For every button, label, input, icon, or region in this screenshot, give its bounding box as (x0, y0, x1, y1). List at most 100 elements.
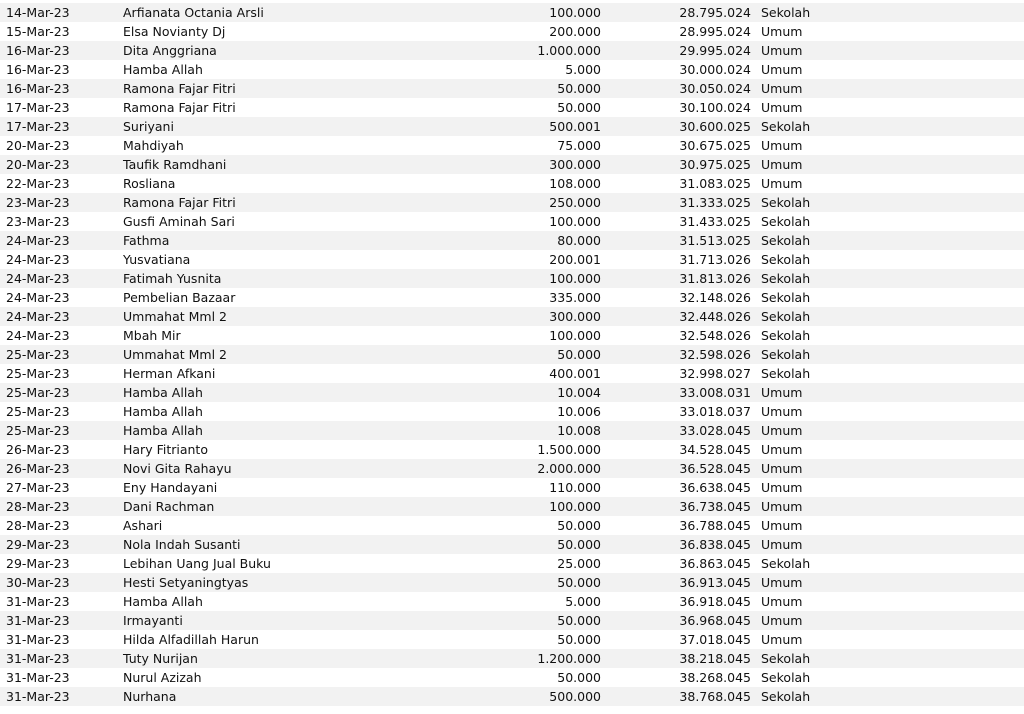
table-row: 14-Mar-23 Arfianata Octania Arsli 100.000 2… (0, 3, 1024, 22)
row-amount: 50.000 (557, 518, 601, 533)
row-category: Sekolah (761, 252, 811, 267)
row-date: 31-Mar-23 (6, 651, 70, 666)
row-balance: 37.018.045 (679, 632, 751, 647)
row-date: 14-Mar-23 (6, 5, 70, 20)
row-date: 17-Mar-23 (6, 119, 70, 134)
row-amount: 250.000 (549, 195, 601, 210)
row-category: Umum (761, 632, 803, 647)
row-name: Ramona Fajar Fitri (123, 100, 236, 115)
row-amount: 100.000 (549, 328, 601, 343)
row-amount: 50.000 (557, 81, 601, 96)
row-date: 24-Mar-23 (6, 309, 70, 324)
row-category: Sekolah (761, 689, 811, 704)
table-row: 31-Mar-23 Hamba Allah 5.000 36.918.045 Umum (0, 592, 1024, 611)
row-category: Sekolah (761, 556, 811, 571)
row-amount: 200.001 (549, 252, 601, 267)
row-balance: 30.600.025 (679, 119, 751, 134)
row-name: Hamba Allah (123, 62, 203, 77)
row-name: Hamba Allah (123, 594, 203, 609)
row-date: 31-Mar-23 (6, 613, 70, 628)
table-row: 31-Mar-23 Hilda Alfadillah Harun 50.000 37.… (0, 630, 1024, 649)
row-amount: 1.500.000 (537, 442, 601, 457)
table-row: 25-Mar-23 Herman Afkani 400.001 32.998.027 S… (0, 364, 1024, 383)
row-balance: 33.018.037 (679, 404, 751, 419)
row-name: Nola Indah Susanti (123, 537, 241, 552)
row-category: Umum (761, 423, 803, 438)
row-amount: 80.000 (557, 233, 601, 248)
row-name: Hesti Setyaningtyas (123, 575, 249, 590)
row-category: Umum (761, 138, 803, 153)
row-balance: 30.100.024 (679, 100, 751, 115)
row-category: Sekolah (761, 233, 811, 248)
row-amount: 50.000 (557, 613, 601, 628)
row-name: Irmayanti (123, 613, 183, 628)
row-amount: 500.001 (549, 119, 601, 134)
row-date: 31-Mar-23 (6, 689, 70, 704)
row-category: Umum (761, 461, 803, 476)
row-date: 25-Mar-23 (6, 423, 70, 438)
row-name: Elsa Novianty Dj (123, 24, 226, 39)
row-balance: 31.813.026 (679, 271, 751, 286)
row-name: Ramona Fajar Fitri (123, 195, 236, 210)
table-row: 24-Mar-23 Pembelian Bazaar 335.000 32.148.0… (0, 288, 1024, 307)
row-date: 15-Mar-23 (6, 24, 70, 39)
row-amount: 50.000 (557, 100, 601, 115)
row-category: Umum (761, 537, 803, 552)
row-balance: 32.548.026 (679, 328, 751, 343)
row-balance: 31.333.025 (679, 195, 751, 210)
row-name: Hamba Allah (123, 385, 203, 400)
table-row: 24-Mar-23 Ummahat Mml 2 300.000 32.448.026 S… (0, 307, 1024, 326)
table-row: 16-Mar-23 Dita Anggriana 1.000.000 29.995.0… (0, 41, 1024, 60)
table-row: 31-Mar-23 Nurhana 500.000 38.768.045 Sekolah (0, 687, 1024, 706)
row-name: Eny Handayani (123, 480, 218, 495)
ledger-table: 14-Mar-23 Arfianata Octania Arsli 100.000 2… (0, 0, 1024, 706)
row-balance: 32.448.026 (679, 309, 751, 324)
table-row: 26-Mar-23 Hary Fitrianto 1.500.000 34.528.0… (0, 440, 1024, 459)
row-amount: 5.000 (565, 62, 601, 77)
row-name: Nurul Azizah (123, 670, 202, 685)
row-amount: 100.000 (549, 214, 601, 229)
table-row: 15-Mar-23 Elsa Novianty Dj 200.000 28.995.0… (0, 22, 1024, 41)
row-balance: 31.713.026 (679, 252, 751, 267)
row-date: 24-Mar-23 (6, 328, 70, 343)
row-balance: 32.998.027 (679, 366, 751, 381)
row-date: 25-Mar-23 (6, 385, 70, 400)
row-name: Lebihan Uang Jual Buku (123, 556, 271, 571)
row-amount: 110.000 (549, 480, 601, 495)
row-amount: 10.008 (557, 423, 601, 438)
row-amount: 75.000 (557, 138, 601, 153)
row-balance: 36.838.045 (679, 537, 751, 552)
table-row: 31-Mar-23 Irmayanti 50.000 36.968.045 Umum (0, 611, 1024, 630)
row-balance: 29.995.024 (679, 43, 751, 58)
row-amount: 50.000 (557, 670, 601, 685)
table-row: 31-Mar-23 Nurul Azizah 50.000 38.268.045 Sek… (0, 668, 1024, 687)
row-amount: 25.000 (557, 556, 601, 571)
table-row: 25-Mar-23 Ummahat Mml 2 50.000 32.598.026 Se… (0, 345, 1024, 364)
row-name: Ummahat Mml 2 (123, 347, 227, 362)
row-category: Sekolah (761, 119, 811, 134)
row-balance: 36.968.045 (679, 613, 751, 628)
row-category: Umum (761, 594, 803, 609)
row-date: 24-Mar-23 (6, 271, 70, 286)
row-amount: 50.000 (557, 632, 601, 647)
row-name: Dita Anggriana (123, 43, 217, 58)
row-category: Umum (761, 575, 803, 590)
row-amount: 5.000 (565, 594, 601, 609)
row-amount: 2.000.000 (537, 461, 601, 476)
row-category: Sekolah (761, 651, 811, 666)
row-category: Umum (761, 100, 803, 115)
row-balance: 38.218.045 (679, 651, 751, 666)
table-row: 24-Mar-23 Yusvatiana 200.001 31.713.026 Seko… (0, 250, 1024, 269)
row-name: Ramona Fajar Fitri (123, 81, 236, 96)
row-date: 25-Mar-23 (6, 347, 70, 362)
row-balance: 36.913.045 (679, 575, 751, 590)
row-category: Umum (761, 499, 803, 514)
row-balance: 32.148.026 (679, 290, 751, 305)
row-balance: 36.788.045 (679, 518, 751, 533)
row-amount: 200.000 (549, 24, 601, 39)
row-date: 16-Mar-23 (6, 43, 70, 58)
row-name: Mahdiyah (123, 138, 184, 153)
row-category: Umum (761, 480, 803, 495)
row-balance: 31.433.025 (679, 214, 751, 229)
row-name: Hamba Allah (123, 423, 203, 438)
